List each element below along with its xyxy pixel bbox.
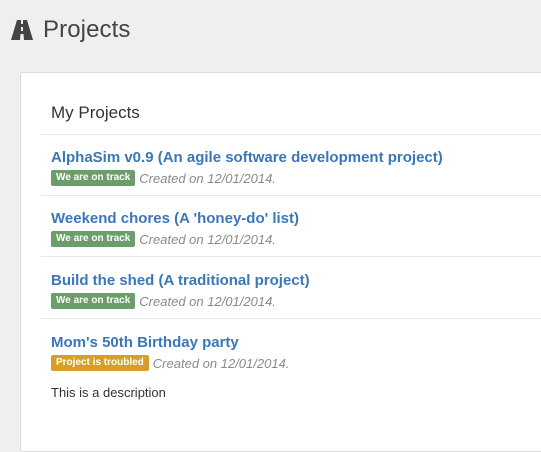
project-link[interactable]: Build the shed (A traditional project) xyxy=(51,271,310,291)
project-link[interactable]: AlphaSim v0.9 (An agile software develop… xyxy=(51,148,443,168)
projects-panel: My Projects AlphaSim v0.9 (An agile soft… xyxy=(20,72,541,452)
project-link[interactable]: Weekend chores (A 'honey-do' list) xyxy=(51,209,299,229)
status-badge: We are on track xyxy=(51,293,136,309)
project-item: Weekend chores (A 'honey-do' list) We ar… xyxy=(51,209,299,248)
divider xyxy=(41,134,541,135)
created-date: Created on 12/01/2014. xyxy=(139,170,276,186)
project-item: Build the shed (A traditional project) W… xyxy=(51,271,310,310)
project-description: This is a description xyxy=(51,385,166,400)
created-date: Created on 12/01/2014. xyxy=(139,293,276,309)
divider xyxy=(41,318,541,319)
page-header: Projects xyxy=(10,14,131,46)
created-date: Created on 12/01/2014. xyxy=(152,355,290,371)
status-badge: Project is troubled xyxy=(51,355,149,371)
divider xyxy=(41,195,541,196)
page-title: Projects xyxy=(43,16,131,43)
project-item: AlphaSim v0.9 (An agile software develop… xyxy=(51,148,443,187)
project-link[interactable]: Mom's 50th Birthday party xyxy=(51,333,289,353)
panel-heading: My Projects xyxy=(51,103,140,122)
status-badge: We are on track xyxy=(51,231,136,247)
created-date: Created on 12/01/2014. xyxy=(139,231,276,247)
project-item: Mom's 50th Birthday party Project is tro… xyxy=(51,333,289,400)
road-icon xyxy=(10,19,34,41)
status-badge: We are on track xyxy=(51,170,136,186)
divider xyxy=(41,256,541,257)
